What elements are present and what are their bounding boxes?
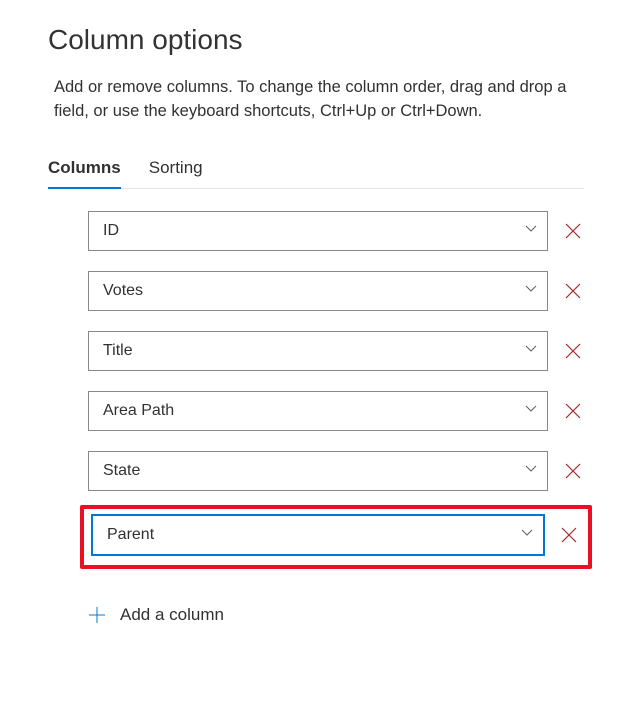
tab-sorting[interactable]: Sorting bbox=[149, 152, 203, 188]
column-list: ID Votes Title bbox=[48, 211, 584, 625]
tabs: Columns Sorting bbox=[48, 152, 584, 189]
chevron-down-icon bbox=[525, 225, 537, 237]
column-value: Title bbox=[103, 342, 133, 360]
column-row: State bbox=[88, 451, 584, 491]
tab-columns[interactable]: Columns bbox=[48, 152, 121, 188]
column-combo-id[interactable]: ID bbox=[88, 211, 548, 251]
column-value: State bbox=[103, 462, 140, 480]
add-column-label: Add a column bbox=[120, 605, 224, 625]
chevron-down-icon bbox=[525, 465, 537, 477]
remove-column-button[interactable] bbox=[562, 460, 584, 482]
chevron-down-icon bbox=[525, 405, 537, 417]
chevron-down-icon bbox=[521, 529, 533, 541]
column-value: ID bbox=[103, 222, 119, 240]
remove-column-button[interactable] bbox=[562, 280, 584, 302]
remove-column-button[interactable] bbox=[562, 220, 584, 242]
chevron-down-icon bbox=[525, 285, 537, 297]
add-column-button[interactable]: Add a column bbox=[88, 605, 584, 625]
column-value: Votes bbox=[103, 282, 143, 300]
plus-icon bbox=[88, 606, 106, 624]
remove-column-button[interactable] bbox=[562, 400, 584, 422]
remove-column-button[interactable] bbox=[562, 340, 584, 362]
column-row: Area Path bbox=[88, 391, 584, 431]
remove-column-button[interactable] bbox=[558, 524, 580, 546]
chevron-down-icon bbox=[525, 345, 537, 357]
column-combo-title[interactable]: Title bbox=[88, 331, 548, 371]
column-row: ID bbox=[88, 211, 584, 251]
column-combo-area-path[interactable]: Area Path bbox=[88, 391, 548, 431]
column-combo-votes[interactable]: Votes bbox=[88, 271, 548, 311]
description-text: Add or remove columns. To change the col… bbox=[54, 76, 584, 124]
column-combo-state[interactable]: State bbox=[88, 451, 548, 491]
page-title: Column options bbox=[48, 24, 584, 56]
column-value: Area Path bbox=[103, 402, 174, 420]
column-row: Votes bbox=[88, 271, 584, 311]
column-row: Title bbox=[88, 331, 584, 371]
column-row-highlighted: Parent bbox=[80, 505, 592, 569]
column-combo-parent[interactable]: Parent bbox=[92, 515, 544, 555]
column-value: Parent bbox=[107, 526, 154, 544]
